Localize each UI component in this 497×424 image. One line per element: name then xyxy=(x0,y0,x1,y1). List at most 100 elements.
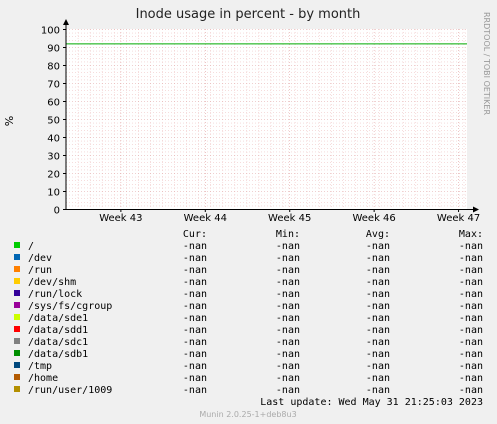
legend-series-name: /dev/shm xyxy=(28,277,76,288)
legend-value-min: -nan xyxy=(276,325,300,336)
legend-value-avg: -nan xyxy=(366,313,390,324)
legend-value-min: -nan xyxy=(276,349,300,360)
legend-header-avg: Avg: xyxy=(366,229,390,240)
legend-value-avg: -nan xyxy=(366,289,390,300)
legend-value-min: -nan xyxy=(276,337,300,348)
legend-value-avg: -nan xyxy=(366,241,390,252)
y-tick-label: 10 xyxy=(47,188,60,199)
y-tick-label: 30 xyxy=(47,152,60,163)
legend-value-avg: -nan xyxy=(366,385,390,396)
chart-title: Inode usage in percent - by month xyxy=(136,7,361,22)
inode-usage-chart: Inode usage in percent - by month RRDTOO… xyxy=(3,7,491,419)
x-tick-label: Week 47 xyxy=(437,213,480,224)
legend-value-max: -nan xyxy=(459,349,483,360)
legend-value-cur: -nan xyxy=(183,301,207,312)
legend-value-avg: -nan xyxy=(366,253,390,264)
legend-swatch xyxy=(14,362,20,368)
legend-value-cur: -nan xyxy=(183,325,207,336)
x-tick-label: Week 46 xyxy=(352,213,395,224)
legend-value-min: -nan xyxy=(276,373,300,384)
x-tick-labels: Week 43 Week 44 Week 45 Week 46 Week 47 xyxy=(99,209,480,224)
legend-value-avg: -nan xyxy=(366,349,390,360)
y-tick-label: 70 xyxy=(47,80,60,91)
legend-value-avg: -nan xyxy=(366,325,390,336)
legend-swatch xyxy=(14,290,20,296)
legend-series-name: /data/sdc1 xyxy=(28,337,88,348)
legend-swatch xyxy=(14,386,20,392)
legend-value-avg: -nan xyxy=(366,265,390,276)
x-axis-arrow xyxy=(473,206,479,213)
legend-series-name: /run xyxy=(28,265,52,276)
legend-series-name: /sys/fs/cgroup xyxy=(28,301,112,312)
x-tick-label: Week 45 xyxy=(268,213,311,224)
legend-value-cur: -nan xyxy=(183,349,207,360)
legend-swatch xyxy=(14,242,20,248)
legend-value-avg: -nan xyxy=(366,277,390,288)
legend-swatch xyxy=(14,338,20,344)
legend-value-cur: -nan xyxy=(183,361,207,372)
last-update: Last update: Wed May 31 21:25:03 2023 xyxy=(260,397,483,408)
legend-swatch xyxy=(14,326,20,332)
legend-value-min: -nan xyxy=(276,265,300,276)
legend-swatch xyxy=(14,374,20,380)
legend-value-min: -nan xyxy=(276,277,300,288)
legend-value-max: -nan xyxy=(459,253,483,264)
legend-value-max: -nan xyxy=(459,325,483,336)
legend-value-cur: -nan xyxy=(183,385,207,396)
legend-series-name: /data/sdd1 xyxy=(28,325,88,336)
y-tick-label: 50 xyxy=(47,116,60,127)
legend-series-name: /dev xyxy=(28,253,52,264)
legend-value-max: -nan xyxy=(459,301,483,312)
legend-value-min: -nan xyxy=(276,385,300,396)
x-tick-label: Week 44 xyxy=(184,213,227,224)
legend-value-cur: -nan xyxy=(183,289,207,300)
legend-series-name: /home xyxy=(28,373,58,384)
legend-series-name: /run/lock xyxy=(28,289,82,300)
legend-value-min: -nan xyxy=(276,289,300,300)
y-tick-label: 0 xyxy=(54,206,60,217)
legend-value-min: -nan xyxy=(276,301,300,312)
legend-value-max: -nan xyxy=(459,289,483,300)
y-tick-label: 100 xyxy=(41,26,60,37)
legend-series-name: /run/user/1009 xyxy=(28,385,112,396)
side-label: RRDTOOL / TOBI OETIKER xyxy=(482,12,491,115)
legend-series-name: /data/sdb1 xyxy=(28,349,88,360)
legend-value-max: -nan xyxy=(459,361,483,372)
legend-series-name: /tmp xyxy=(28,361,52,372)
legend-series-name: /data/sde1 xyxy=(28,313,88,324)
y-tick-label: 90 xyxy=(47,44,60,55)
legend-value-avg: -nan xyxy=(366,301,390,312)
legend-value-max: -nan xyxy=(459,277,483,288)
legend-value-max: -nan xyxy=(459,385,483,396)
legend-header-max: Max: xyxy=(459,229,483,240)
legend-swatch xyxy=(14,302,20,308)
legend: Cur: Min: Avg: Max:/-nan -nan -nan -nan/dev -na… xyxy=(14,229,483,396)
legend-value-avg: -nan xyxy=(366,337,390,348)
legend-swatch xyxy=(14,278,20,284)
x-tick-label: Week 43 xyxy=(99,213,142,224)
legend-value-min: -nan xyxy=(276,253,300,264)
legend-value-cur: -nan xyxy=(183,337,207,348)
y-tick-label: 20 xyxy=(47,170,60,181)
y-tick-label: 60 xyxy=(47,98,60,109)
legend-swatch xyxy=(14,266,20,272)
y-axis-arrow xyxy=(63,19,69,25)
legend-value-cur: -nan xyxy=(183,265,207,276)
munin-version: Munin 2.0.25-1+deb8u3 xyxy=(199,410,296,419)
legend-value-max: -nan xyxy=(459,241,483,252)
y-tick-labels: 0 10 20 30 40 50 60 70 80 90 100 xyxy=(41,26,66,217)
legend-value-min: -nan xyxy=(276,241,300,252)
legend-value-min: -nan xyxy=(276,361,300,372)
legend-header-min: Min: xyxy=(276,229,300,240)
legend-swatch xyxy=(14,350,20,356)
legend-value-min: -nan xyxy=(276,313,300,324)
legend-value-avg: -nan xyxy=(366,373,390,384)
legend-swatch xyxy=(14,314,20,320)
legend-value-max: -nan xyxy=(459,313,483,324)
y-tick-label: 40 xyxy=(47,134,60,145)
legend-value-avg: -nan xyxy=(366,361,390,372)
legend-value-cur: -nan xyxy=(183,373,207,384)
y-axis-label: % xyxy=(3,116,16,126)
legend-value-max: -nan xyxy=(459,373,483,384)
legend-header-cur: Cur: xyxy=(183,229,207,240)
